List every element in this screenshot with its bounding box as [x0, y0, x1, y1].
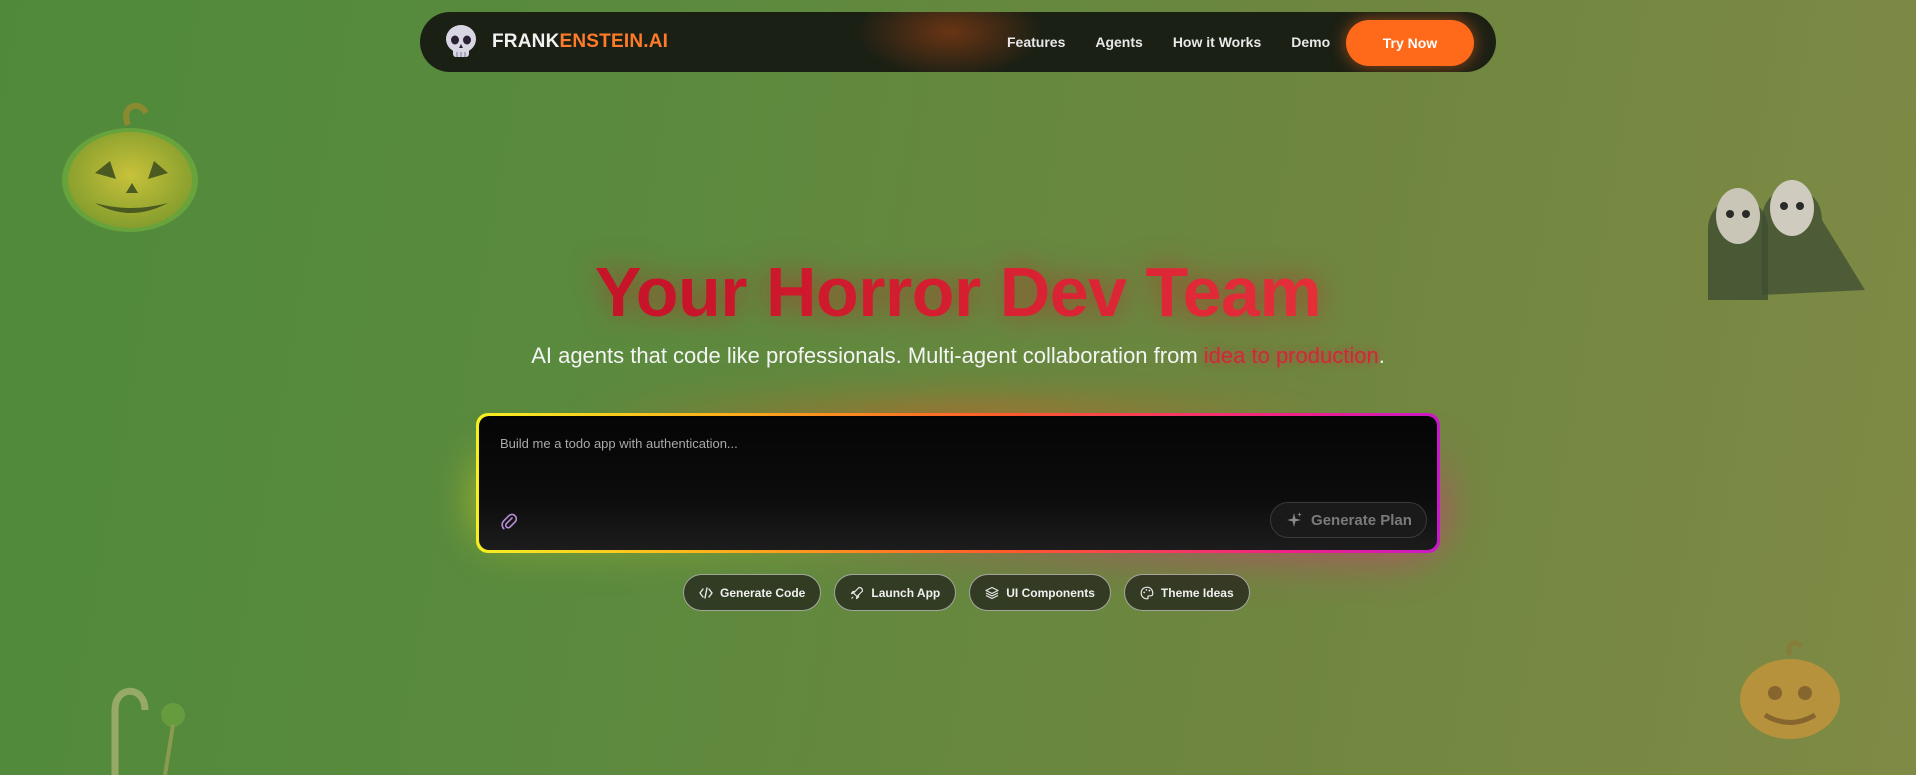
hero-subtitle-text: AI agents that code like professionals. … — [531, 343, 1204, 368]
chip-label: Theme Ideas — [1160, 585, 1234, 600]
hero-subtitle-end: . — [1378, 343, 1385, 368]
prompt-box: Generate Plan — [476, 413, 1440, 553]
nav-link-demo[interactable]: Demo — [1291, 34, 1330, 50]
code-icon — [699, 586, 713, 599]
nav-link-how-it-works[interactable]: How it Works — [1173, 34, 1261, 50]
pumpkin-decoration-top-left — [62, 102, 198, 232]
nav-links: Features Agents How it Works Demo — [1007, 12, 1360, 72]
brand-name: FRANKENSTEIN.AI — [492, 31, 668, 53]
paperclip-icon[interactable] — [501, 513, 517, 531]
brand-name-part2: ENSTEIN.AI — [559, 31, 669, 52]
palette-icon — [1140, 586, 1154, 599]
hero-title: Your Horror Dev Team — [0, 252, 1916, 332]
prompt-box-inner: Generate Plan — [479, 416, 1437, 550]
nav-link-features[interactable]: Features — [1007, 34, 1065, 50]
chip-ui-components[interactable]: UI Components — [969, 574, 1111, 611]
chip-label: UI Components — [1006, 585, 1095, 600]
chip-label: Generate Code — [720, 585, 806, 600]
pumpkin-decoration-bottom-right — [1740, 640, 1840, 739]
brand-name-part1: FRANK — [492, 31, 560, 52]
candy-cane-decoration — [111, 687, 185, 775]
generate-plan-label: Generate Plan — [1311, 511, 1412, 529]
top-navbar: FRANKENSTEIN.AI Features Agents How it W… — [420, 12, 1496, 72]
chip-label: Launch App — [871, 585, 941, 600]
chip-theme-ideas[interactable]: Theme Ideas — [1123, 574, 1250, 611]
chip-generate-code[interactable]: Generate Code — [683, 574, 822, 611]
rocket-icon — [851, 586, 864, 599]
skull-icon — [446, 25, 476, 57]
prompt-input[interactable] — [500, 436, 1400, 451]
try-now-button[interactable]: Try Now — [1346, 20, 1474, 66]
nav-link-agents[interactable]: Agents — [1095, 34, 1142, 50]
brand-logo[interactable]: FRANKENSTEIN.AI — [444, 24, 668, 60]
generate-plan-button[interactable]: Generate Plan — [1270, 502, 1427, 538]
chip-launch-app[interactable]: Launch App — [834, 574, 957, 611]
hero-subtitle-highlight: idea to production — [1203, 343, 1379, 368]
layers-icon — [985, 586, 999, 599]
hero-subtitle: AI agents that code like professionals. … — [0, 343, 1916, 369]
quick-action-chips: Generate Code Launch App UI Components T… — [683, 574, 1263, 611]
sparkles-icon — [1287, 512, 1303, 527]
